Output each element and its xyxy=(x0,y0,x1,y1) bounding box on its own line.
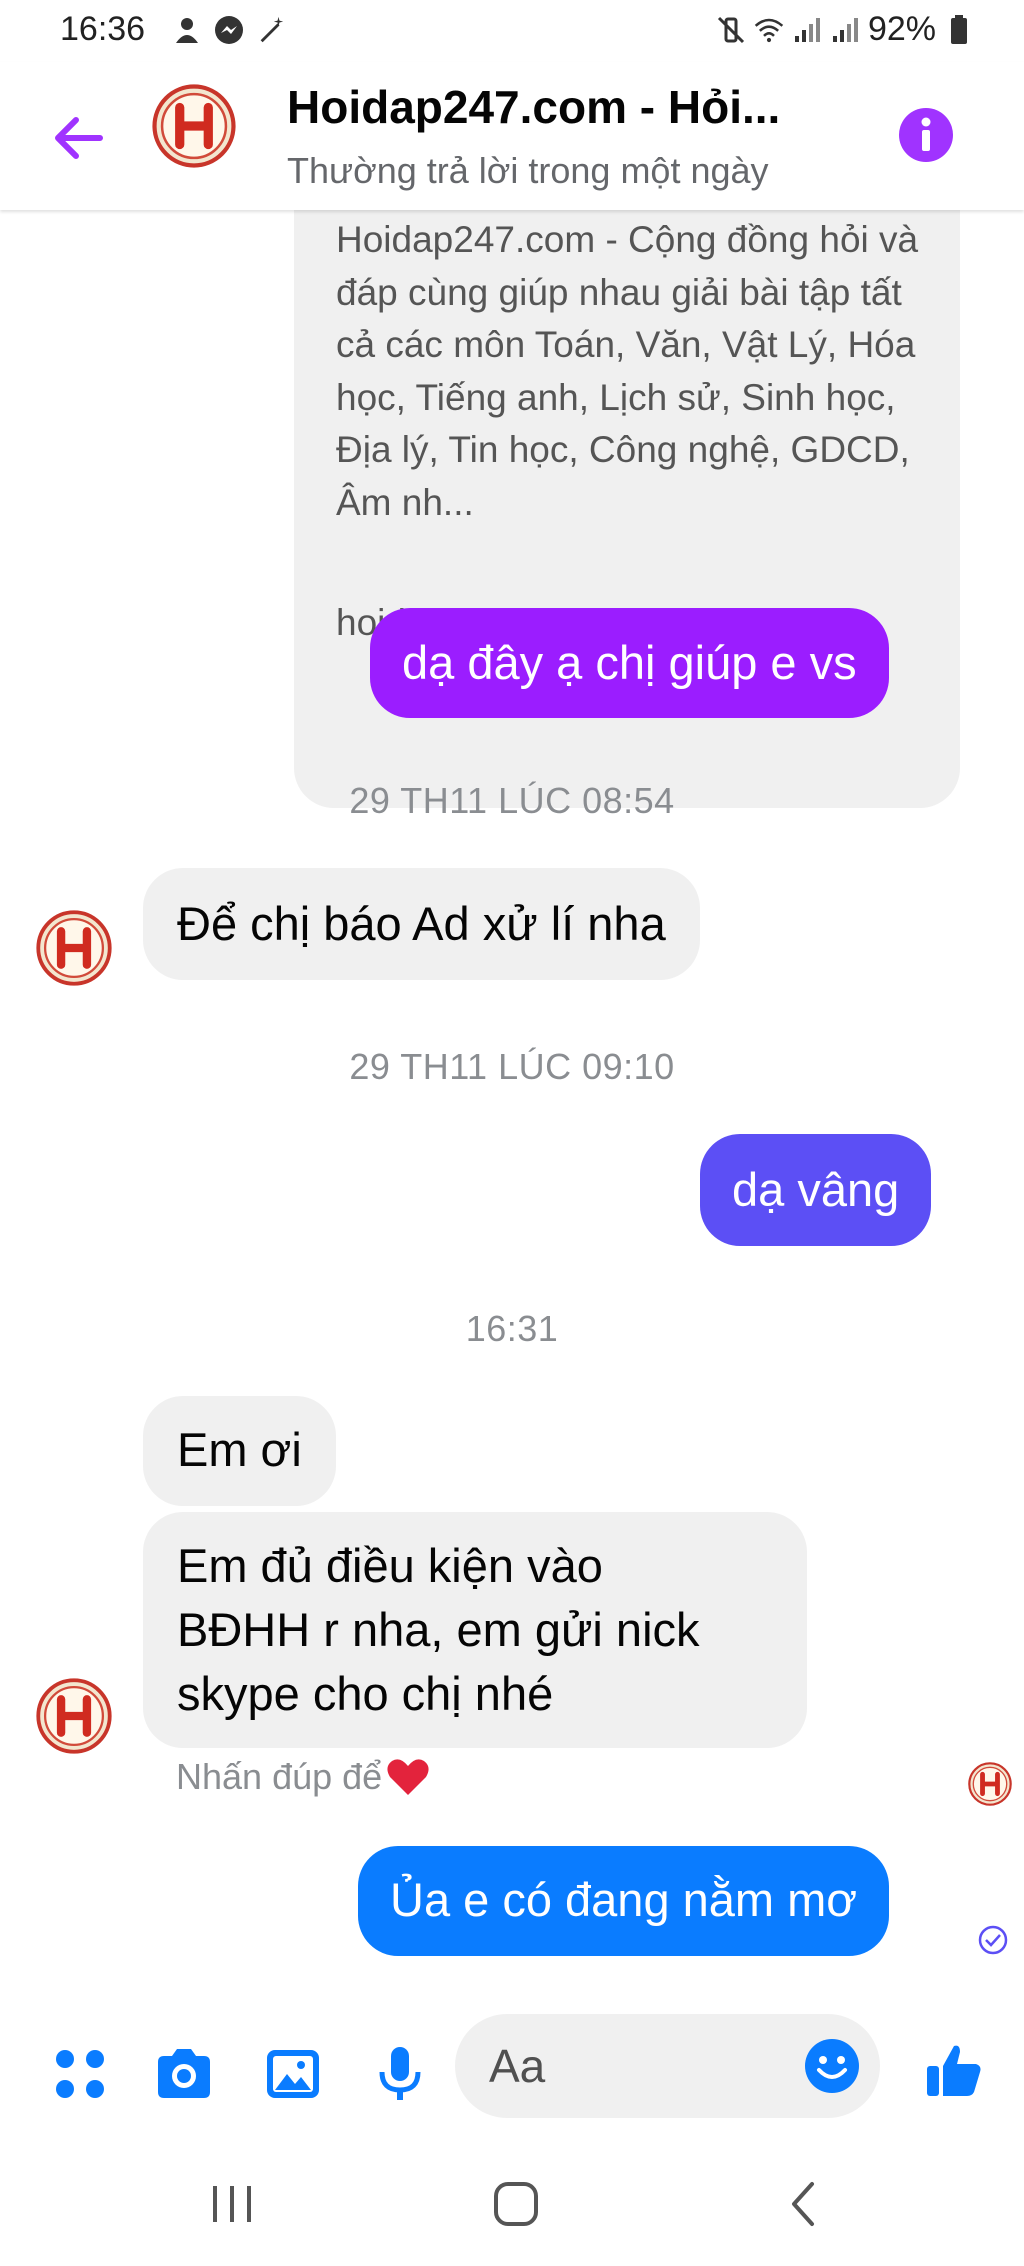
message-list[interactable]: Hoidap247.com - Cộng đồng hỏi và đáp cùn… xyxy=(0,210,1024,1996)
sender-avatar[interactable] xyxy=(36,1678,112,1754)
contact-avatar[interactable] xyxy=(152,84,236,168)
back-button[interactable] xyxy=(48,108,108,168)
signal-icon xyxy=(830,14,860,46)
signal-icon xyxy=(792,14,822,46)
mute-vibrate-icon xyxy=(716,14,746,46)
read-receipt-avatar xyxy=(968,1762,1012,1806)
wifi-icon xyxy=(754,14,784,46)
arrow-left-icon xyxy=(55,117,103,159)
microphone-icon[interactable] xyxy=(370,2044,430,2104)
info-button[interactable] xyxy=(898,107,954,163)
contact-status: Thường trả lời trong một ngày xyxy=(287,150,769,191)
system-nav-bar xyxy=(0,2136,1024,2266)
message-bubble-outgoing[interactable]: dạ đây ạ chị giúp e vs xyxy=(370,608,889,718)
double-tap-hint: Nhấn đúp để xyxy=(176,1756,430,1798)
heart-icon xyxy=(387,1759,429,1795)
link-preview-description: Hoidap247.com - Cộng đồng hỏi và đáp cùn… xyxy=(336,219,919,523)
message-input[interactable] xyxy=(489,2036,789,2096)
magic-wand-icon xyxy=(256,14,286,46)
info-icon xyxy=(899,108,953,162)
status-bar: 16:36 92% xyxy=(0,0,1024,62)
battery-percent: 92% xyxy=(867,10,936,48)
sender-avatar[interactable] xyxy=(36,910,112,986)
emoji-icon[interactable] xyxy=(804,2038,860,2094)
message-timestamp: 29 TH11 LÚC 09:10 xyxy=(349,1046,675,1087)
battery-icon xyxy=(944,14,974,46)
camera-icon[interactable] xyxy=(154,2044,214,2104)
message-input-container[interactable] xyxy=(455,2014,880,2118)
back-icon[interactable] xyxy=(776,2176,832,2232)
status-time: 16:36 xyxy=(60,10,146,48)
message-bubble-incoming[interactable]: Em đủ điều kiện vào BĐHH r nha, em gửi n… xyxy=(143,1512,807,1748)
messenger-icon xyxy=(214,14,244,46)
message-composer xyxy=(0,1996,1024,2136)
link-preview-card[interactable]: Hoidap247.com - Cộng đồng hỏi và đáp cùn… xyxy=(294,210,960,808)
conversation-header: Hoidap247.com - Hỏi... Thường trả lời tr… xyxy=(0,62,1024,210)
thumbs-up-icon[interactable] xyxy=(924,2040,984,2100)
person-icon xyxy=(172,14,202,46)
message-timestamp: 16:31 xyxy=(465,1308,559,1349)
sent-check-icon xyxy=(978,1925,1008,1955)
home-icon[interactable] xyxy=(488,2176,544,2232)
image-icon[interactable] xyxy=(263,2044,323,2104)
message-timestamp: 29 TH11 LÚC 08:54 xyxy=(349,780,675,821)
message-bubble-outgoing[interactable]: Ủa e có đang nằm mơ xyxy=(358,1846,890,1956)
message-bubble-incoming[interactable]: Em ơi xyxy=(143,1396,336,1506)
recent-apps-icon[interactable] xyxy=(204,2176,260,2232)
contact-name[interactable]: Hoidap247.com - Hỏi... xyxy=(287,80,780,134)
message-bubble-incoming[interactable]: Để chị báo Ad xử lí nha xyxy=(143,868,700,980)
apps-grid-icon[interactable] xyxy=(50,2044,110,2104)
message-bubble-outgoing[interactable]: dạ vâng xyxy=(700,1134,932,1246)
